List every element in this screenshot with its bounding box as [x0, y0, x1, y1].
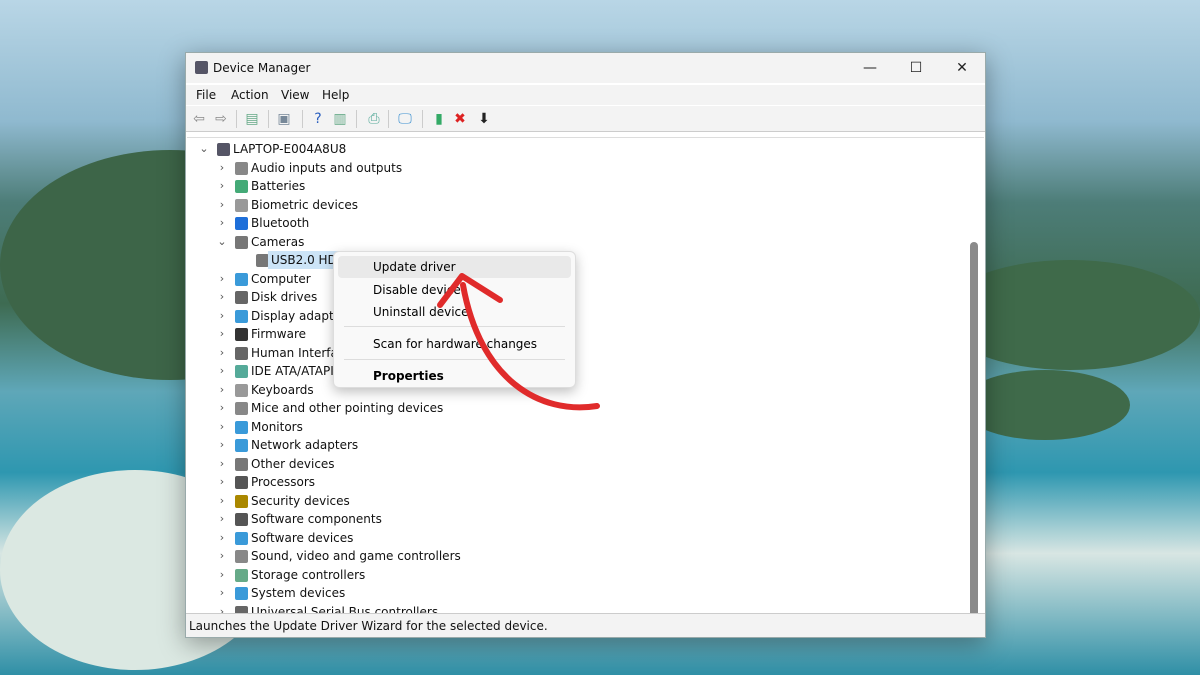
- annotation-arrow: [437, 273, 600, 411]
